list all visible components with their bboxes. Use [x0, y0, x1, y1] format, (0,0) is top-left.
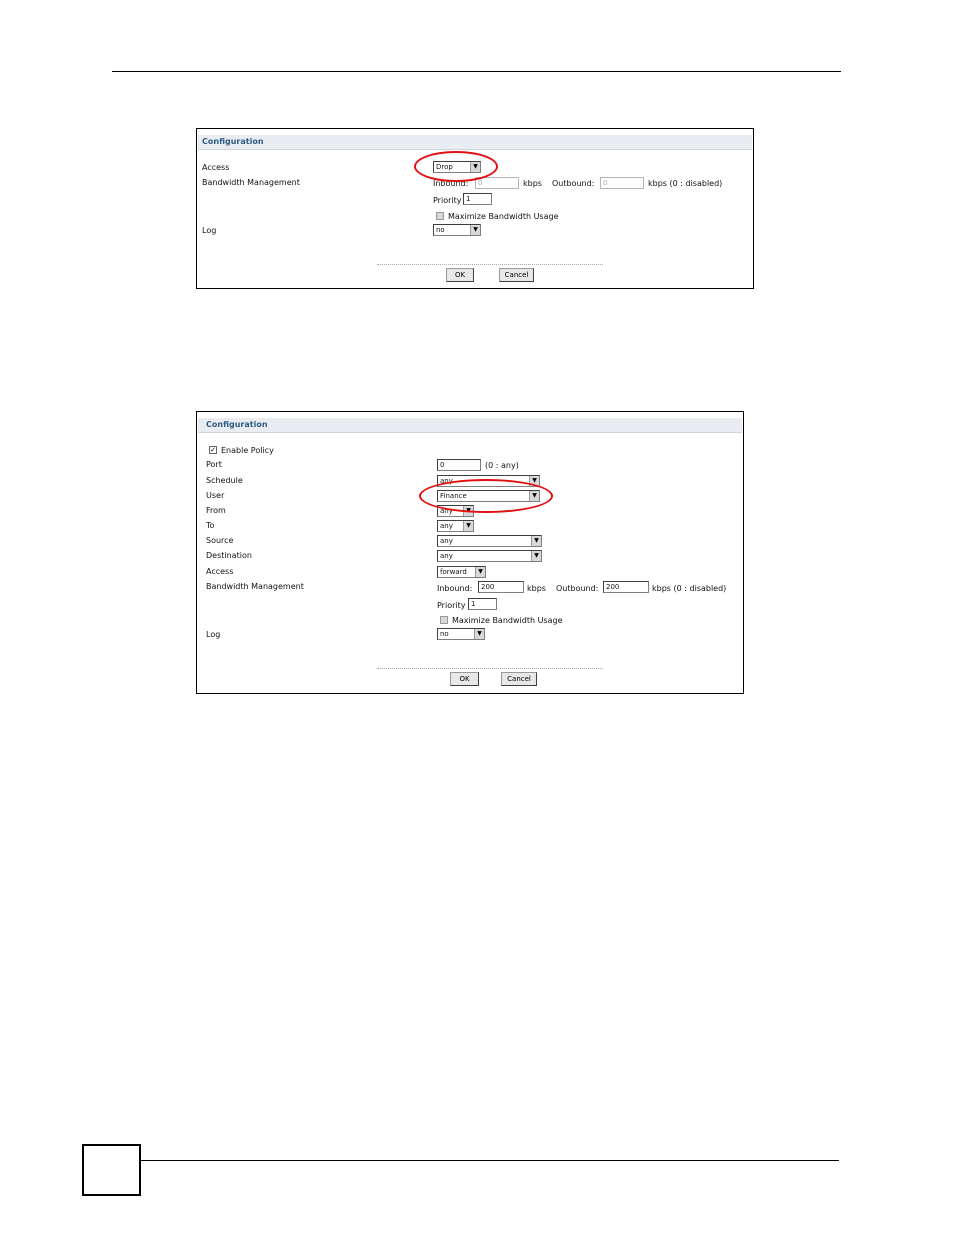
port-input[interactable]: 0: [437, 459, 481, 471]
outbound-input[interactable]: 200: [603, 581, 649, 593]
bandwidth-management-label: Bandwidth Management: [206, 582, 304, 591]
from-select-value: any: [440, 507, 453, 515]
destination-select[interactable]: any ▼: [437, 550, 542, 562]
ok-button[interactable]: OK: [450, 672, 479, 686]
bandwidth-management-label: Bandwidth Management: [202, 178, 300, 187]
maximize-bandwidth-label: Maximize Bandwidth Usage: [448, 212, 559, 221]
to-select-value: any: [440, 522, 453, 530]
enable-policy-checkbox[interactable]: ✓: [209, 446, 217, 454]
panel-title: Configuration: [198, 135, 752, 150]
chevron-down-icon: ▼: [463, 521, 473, 531]
from-select[interactable]: any ▼: [437, 505, 474, 517]
access-select-value: forward: [440, 568, 467, 576]
chevron-down-icon: ▼: [470, 225, 480, 235]
log-select[interactable]: no ▼: [437, 628, 485, 640]
priority-label: Priority: [437, 601, 466, 610]
footer-rule: [141, 1160, 839, 1161]
log-label: Log: [206, 630, 221, 639]
chevron-down-icon: ▼: [531, 551, 541, 561]
ok-button[interactable]: OK: [446, 268, 474, 282]
priority-input[interactable]: 1: [463, 193, 492, 205]
header-rule: [112, 71, 841, 72]
schedule-select-value: any: [440, 477, 453, 485]
divider: [377, 264, 603, 265]
from-label: From: [206, 506, 226, 515]
access-select[interactable]: Drop ▼: [433, 161, 481, 173]
inbound-kbps-label: kbps: [523, 179, 542, 188]
inbound-input[interactable]: 0: [475, 177, 519, 189]
access-select[interactable]: forward ▼: [437, 566, 486, 578]
page-number-box: [82, 1144, 141, 1196]
chevron-down-icon: ▼: [529, 476, 539, 486]
destination-select-value: any: [440, 552, 453, 560]
cancel-button[interactable]: Cancel: [501, 672, 537, 686]
source-select[interactable]: any ▼: [437, 535, 542, 547]
log-select[interactable]: no ▼: [433, 224, 481, 236]
user-select-value: Finance: [440, 492, 467, 500]
outbound-label: Outbound:: [556, 584, 599, 593]
panel-title: Configuration: [198, 418, 742, 433]
inbound-label: Inbound:: [437, 584, 473, 593]
configuration-panel-2: Configuration ✓ Enable Policy Port Sched…: [196, 411, 744, 694]
access-select-value: Drop: [436, 163, 453, 171]
outbound-kbps-hint: kbps (0 : disabled): [648, 179, 723, 188]
maximize-bandwidth-label: Maximize Bandwidth Usage: [452, 616, 563, 625]
access-label: Access: [202, 163, 230, 172]
outbound-label: Outbound:: [552, 179, 595, 188]
enable-policy-label: Enable Policy: [221, 446, 274, 455]
maximize-bandwidth-checkbox[interactable]: [436, 212, 444, 220]
outbound-input[interactable]: 0: [600, 177, 644, 189]
inbound-input[interactable]: 200: [478, 581, 524, 593]
maximize-bandwidth-checkbox[interactable]: [440, 616, 448, 624]
chevron-down-icon: ▼: [531, 536, 541, 546]
priority-label: Priority: [433, 196, 462, 205]
port-hint: (0 : any): [485, 461, 519, 470]
source-label: Source: [206, 536, 234, 545]
access-label: Access: [206, 567, 234, 576]
outbound-kbps-hint: kbps (0 : disabled): [652, 584, 727, 593]
port-label: Port: [206, 460, 222, 469]
user-label: User: [206, 491, 225, 500]
cancel-button[interactable]: Cancel: [499, 268, 534, 282]
to-label: To: [206, 521, 215, 530]
inbound-kbps-label: kbps: [527, 584, 546, 593]
chevron-down-icon: ▼: [474, 629, 484, 639]
schedule-select[interactable]: any ▼: [437, 475, 540, 487]
source-select-value: any: [440, 537, 453, 545]
chevron-down-icon: ▼: [470, 162, 480, 172]
destination-label: Destination: [206, 551, 252, 560]
user-select[interactable]: Finance ▼: [437, 490, 540, 502]
log-select-value: no: [440, 630, 449, 638]
chevron-down-icon: ▼: [475, 567, 485, 577]
configuration-panel-1: Configuration Access Bandwidth Managemen…: [196, 128, 754, 289]
chevron-down-icon: ▼: [463, 506, 473, 516]
log-select-value: no: [436, 226, 445, 234]
schedule-label: Schedule: [206, 476, 243, 485]
chevron-down-icon: ▼: [529, 491, 539, 501]
inbound-label: Inbound:: [433, 179, 469, 188]
to-select[interactable]: any ▼: [437, 520, 474, 532]
priority-input[interactable]: 1: [468, 598, 497, 610]
divider: [377, 668, 603, 669]
log-label: Log: [202, 226, 217, 235]
